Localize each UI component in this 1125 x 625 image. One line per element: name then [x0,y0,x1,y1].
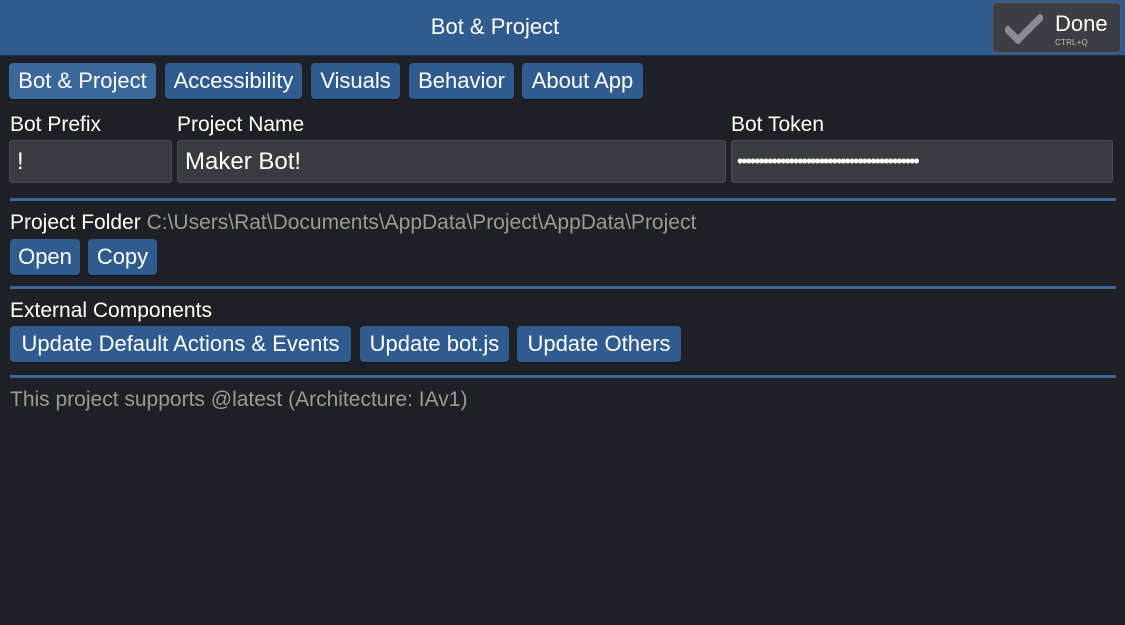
update-botjs-button[interactable]: Update bot.js [360,326,509,362]
update-others-button[interactable]: Update Others [517,326,681,362]
done-label: Done [1055,11,1108,36]
project-folder-row: Project Folder C:\Users\Rat\Documents\Ap… [10,211,696,235]
open-folder-button[interactable]: Open [10,239,80,275]
divider [10,286,1116,289]
done-button[interactable]: Done CTRL+Q [992,2,1121,53]
tab-about-app[interactable]: About App [522,63,643,99]
bot-token-label: Bot Token [731,113,825,136]
project-name-label: Project Name [177,113,305,136]
project-folder-path: C:\Users\Rat\Documents\AppData\Project\A… [146,211,697,234]
bot-prefix-label: Bot Prefix [10,113,102,136]
done-shortcut: CTRL+Q [1055,38,1088,47]
window-title: Bot & Project [430,14,560,39]
tab-behavior[interactable]: Behavior [409,63,514,99]
update-default-actions-button[interactable]: Update Default Actions & Events [10,326,351,362]
bot-token-input[interactable]: ••••••••••••••••••••••••••••••••••••••••… [731,140,1113,183]
checkmark-icon [1005,14,1043,44]
tab-accessibility[interactable]: Accessibility [165,63,302,99]
copy-path-button[interactable]: Copy [88,239,157,275]
divider [10,375,1116,378]
divider [10,198,1116,201]
bot-prefix-input[interactable]: ! [9,140,172,183]
external-components-heading: External Components [10,299,212,322]
tab-visuals[interactable]: Visuals [311,63,400,99]
architecture-support-text: This project supports @latest (Architect… [10,388,468,411]
project-folder-label: Project Folder [10,211,141,234]
project-name-input[interactable]: Maker Bot! [177,140,726,183]
tab-bot-project[interactable]: Bot & Project [9,63,156,99]
title-bar: Bot & Project Done CTRL+Q [0,0,1125,56]
